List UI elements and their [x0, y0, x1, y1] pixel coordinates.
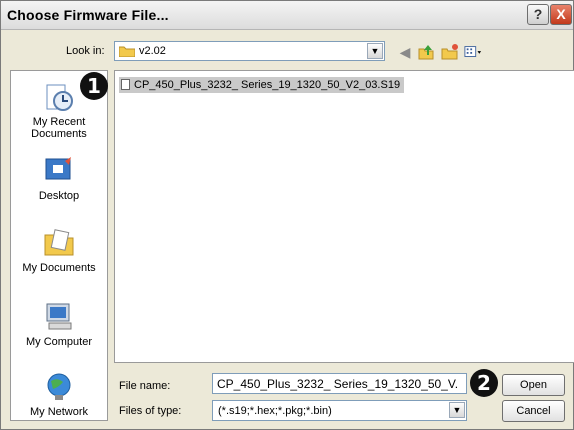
place-label: My Network	[29, 406, 89, 418]
file-type-select[interactable]: (*.s19;*.hex;*.pkg;*.bin) ▼	[212, 400, 467, 421]
look-in-combo[interactable]: v2.02 ▼	[114, 41, 385, 61]
list-item[interactable]: CP_450_Plus_3232_ Series_19_1320_50_V2_0…	[119, 77, 405, 93]
place-label: My Documents	[22, 262, 96, 274]
callout-badge-1: 1	[80, 72, 108, 100]
new-folder-icon[interactable]	[441, 43, 459, 61]
dialog-title: Choose Firmware File...	[7, 7, 169, 23]
my-network-icon	[47, 373, 71, 400]
my-documents-icon	[44, 229, 74, 256]
desktop-icon	[45, 157, 71, 180]
file-name-text: CP_450_Plus_3232_ Series_19_1320_50_V2_0…	[134, 79, 401, 91]
back-icon[interactable]: ◀	[396, 43, 414, 61]
choose-firmware-dialog: Choose Firmware File... ? X Look in: v2.…	[0, 0, 574, 430]
title-bar: Choose Firmware File... ? X	[1, 1, 573, 30]
place-my-computer[interactable]: My Computer	[11, 301, 107, 348]
place-my-network[interactable]: My Network	[11, 371, 107, 418]
up-folder-icon[interactable]	[417, 43, 435, 61]
place-label: My Computer	[25, 336, 93, 348]
place-label: Desktop	[38, 190, 80, 202]
file-type-value: (*.s19;*.hex;*.pkg;*.bin)	[218, 405, 332, 417]
look-in-label: Look in:	[66, 45, 105, 57]
view-menu-icon[interactable]	[464, 43, 482, 61]
place-my-documents[interactable]: My Documents	[11, 227, 107, 274]
chevron-down-icon[interactable]: ▼	[449, 402, 465, 418]
file-icon	[121, 79, 130, 90]
close-button[interactable]: X	[550, 4, 572, 25]
callout-badge-2: 2	[470, 369, 498, 397]
place-desktop[interactable]: Desktop	[11, 155, 107, 202]
recent-documents-icon	[46, 84, 73, 111]
file-name-value: CP_450_Plus_3232_ Series_19_1320_50_V.	[217, 377, 459, 391]
chevron-down-icon[interactable]: ▼	[367, 43, 383, 59]
file-name-label: File name:	[119, 380, 171, 392]
help-button[interactable]: ?	[527, 4, 549, 25]
open-button[interactable]: Open	[502, 374, 565, 396]
file-type-label: Files of type:	[119, 405, 182, 417]
place-label: My Recent Documents	[31, 116, 87, 140]
look-in-value: v2.02	[139, 45, 166, 57]
my-computer-icon	[46, 303, 72, 330]
file-name-field[interactable]: CP_450_Plus_3232_ Series_19_1320_50_V.	[212, 373, 467, 394]
folder-icon	[119, 46, 135, 57]
cancel-button[interactable]: Cancel	[502, 400, 565, 422]
file-list[interactable]: CP_450_Plus_3232_ Series_19_1320_50_V2_0…	[114, 70, 574, 363]
places-bar: My Recent Documents Desktop My Documents	[10, 70, 108, 421]
